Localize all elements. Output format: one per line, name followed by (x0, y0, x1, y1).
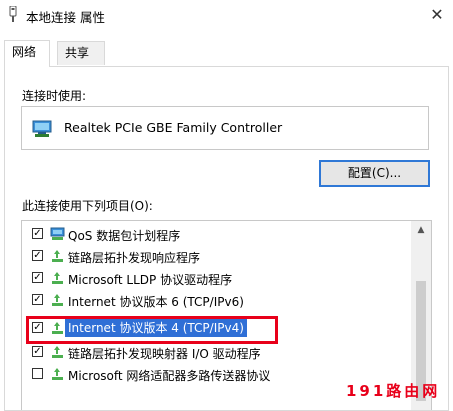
item-label-multiplexor: Microsoft 网络适配器多路传送器协议 (68, 369, 271, 383)
list-item-lltd-responder[interactable]: ✓ 链路层拓扑发现响应程序 (22, 245, 414, 267)
network-connection-icon (9, 6, 17, 22)
adapter-box: Realtek PCIe GBE Family Controller (21, 106, 429, 150)
tab-bar: 网络 共享 (0, 40, 453, 67)
network-protocol-icon (52, 294, 63, 306)
checkbox-lldp-driver[interactable]: ✓ (32, 272, 43, 283)
network-protocol-icon (52, 346, 63, 358)
window-title: 本地连接 属性 (26, 10, 105, 25)
checkbox-ipv4[interactable]: ✓ (32, 322, 43, 333)
close-button[interactable]: ✕ (425, 3, 449, 27)
tab-sharing[interactable]: 共享 (57, 41, 105, 65)
checkbox-lltd-mapper[interactable]: ✓ (32, 346, 43, 357)
configure-button[interactable]: 配置(C)... (319, 160, 430, 187)
network-protocol-icon (52, 368, 63, 380)
item-label-ipv4: Internet 协议版本 4 (TCP/IPv4) (65, 319, 247, 337)
checkbox-ipv6[interactable]: ✓ (32, 294, 43, 305)
network-adapter-icon (32, 120, 52, 137)
items-label: 此连接使用下列项目(O): (22, 199, 153, 213)
checkbox-multiplexor[interactable] (32, 368, 43, 379)
title-bar: 本地连接 属性 ✕ (0, 0, 453, 32)
tab-network[interactable]: 网络 (4, 40, 50, 67)
network-protocol-icon (52, 250, 63, 262)
qos-icon (50, 227, 65, 240)
checkbox-qos[interactable]: ✓ (32, 228, 43, 239)
item-label-lltd-responder: 链路层拓扑发现响应程序 (68, 251, 201, 265)
network-protocol-icon (52, 272, 63, 284)
list-item-lldp-driver[interactable]: ✓ Microsoft LLDP 协议驱动程序 (22, 267, 414, 289)
watermark: 191路由网 (346, 382, 441, 400)
item-label-lltd-mapper: 链路层拓扑发现映射器 I/O 驱动程序 (68, 347, 261, 361)
network-protocol-icon (52, 322, 63, 334)
adapter-name: Realtek PCIe GBE Family Controller (64, 120, 283, 135)
list-item-qos[interactable]: ✓ QoS 数据包计划程序 (22, 223, 414, 245)
item-label-lldp-driver: Microsoft LLDP 协议驱动程序 (68, 273, 233, 287)
checkbox-lltd-responder[interactable]: ✓ (32, 250, 43, 261)
list-item-lltd-mapper[interactable]: ✓ 链路层拓扑发现映射器 I/O 驱动程序 (22, 341, 414, 363)
list-item-ipv6[interactable]: ✓ Internet 协议版本 6 (TCP/IPv6) (22, 289, 414, 311)
scroll-up-arrow[interactable]: ▲ (411, 221, 431, 239)
item-label-ipv6: Internet 协议版本 6 (TCP/IPv6) (68, 295, 244, 309)
list-item-ipv4[interactable]: ✓ Internet 协议版本 4 (TCP/IPv4) (22, 317, 414, 339)
item-label-qos: QoS 数据包计划程序 (68, 229, 181, 243)
connect-using-label: 连接时使用: (22, 89, 87, 103)
